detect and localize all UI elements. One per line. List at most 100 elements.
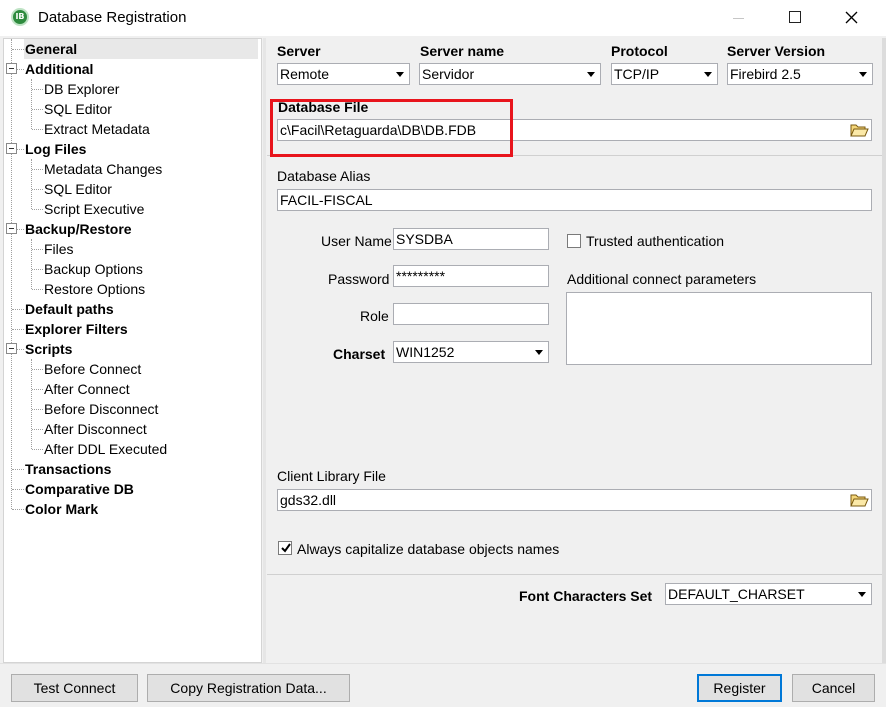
connect-params-textarea[interactable] <box>566 292 872 365</box>
tree-item-color-mark[interactable]: Color Mark <box>24 499 98 519</box>
app-icon: IB <box>11 8 29 26</box>
tree-item-label: Default paths <box>25 301 114 317</box>
collapse-icon[interactable] <box>6 223 17 234</box>
tree-item-general[interactable]: General <box>24 39 258 59</box>
server-select[interactable]: Remote <box>277 63 410 85</box>
tree-line <box>32 89 43 90</box>
splitter[interactable] <box>263 38 266 663</box>
chevron-down-icon[interactable] <box>699 64 717 84</box>
test-connect-button[interactable]: Test Connect <box>11 674 138 702</box>
connect-params-label: Additional connect parameters <box>567 271 757 287</box>
close-button[interactable] <box>828 0 874 36</box>
browse-database-button[interactable] <box>849 120 869 140</box>
role-input[interactable] <box>393 303 549 325</box>
tree-item-after-ddl-executed[interactable]: After DDL Executed <box>43 439 167 459</box>
tree-item-after-disconnect[interactable]: After Disconnect <box>43 419 147 439</box>
chevron-down-icon[interactable] <box>391 64 409 84</box>
tree-item-label: DB Explorer <box>44 81 120 97</box>
chevron-down-icon[interactable] <box>582 64 600 84</box>
role-label: Role <box>360 308 389 324</box>
tree-item-extract-metadata[interactable]: Extract Metadata <box>43 119 150 139</box>
title-bar: IB Database Registration <box>0 0 886 36</box>
tree-line <box>31 239 32 289</box>
database-registration-window: IB Database Registration General Addition… <box>0 0 886 707</box>
browse-library-button[interactable] <box>849 490 869 510</box>
tree-item-sql-editor[interactable]: SQL Editor <box>43 99 112 119</box>
tree-line <box>32 169 43 170</box>
server-version-label: Server Version <box>727 43 826 59</box>
tree-line <box>31 79 32 129</box>
tree-line <box>31 159 32 209</box>
collapse-icon[interactable] <box>6 143 17 154</box>
chevron-down-icon[interactable] <box>853 584 871 604</box>
maximize-icon <box>789 11 801 23</box>
tree-line <box>32 269 43 270</box>
tree-line <box>12 49 24 50</box>
tree-item-comparative-db[interactable]: Comparative DB <box>24 479 134 499</box>
password-input[interactable]: ********* <box>393 265 549 287</box>
trusted-auth-label: Trusted authentication <box>586 233 725 249</box>
tree-item-label: Script Executive <box>44 201 145 217</box>
tree-item-metadata-changes[interactable]: Metadata Changes <box>43 159 162 179</box>
tree-item-additional[interactable]: Additional <box>24 59 93 79</box>
tree-item-label: Color Mark <box>25 501 99 517</box>
tree-line <box>12 309 24 310</box>
tree-item-files[interactable]: Files <box>43 239 74 259</box>
main-panel <box>267 157 882 575</box>
database-alias-input[interactable]: FACIL-FISCAL <box>277 189 872 211</box>
maximize-button[interactable] <box>772 0 818 36</box>
tree-item-explorer-filters[interactable]: Explorer Filters <box>24 319 128 339</box>
tree-line <box>12 489 24 490</box>
server-name-select[interactable]: Servidor <box>419 63 601 85</box>
user-name-input[interactable]: SYSDBA <box>393 228 549 250</box>
checkmark-icon <box>281 543 291 553</box>
tree-item-sql-editor[interactable]: SQL Editor <box>43 179 112 199</box>
tree-line <box>32 389 43 390</box>
tree-item-label: Additional <box>25 61 94 77</box>
tree-item-log-files[interactable]: Log Files <box>24 139 86 159</box>
tree-line <box>32 429 43 430</box>
chevron-down-icon[interactable] <box>854 64 872 84</box>
cancel-button[interactable]: Cancel <box>792 674 875 702</box>
font-charset-select[interactable]: DEFAULT_CHARSET <box>665 583 872 605</box>
tree-item-scripts[interactable]: Scripts <box>24 339 72 359</box>
tree-line <box>32 129 43 130</box>
tree-item-transactions[interactable]: Transactions <box>24 459 111 479</box>
protocol-select[interactable]: TCP/IP <box>611 63 718 85</box>
server-version-select[interactable]: Firebird 2.5 <box>727 63 873 85</box>
tree-item-before-connect[interactable]: Before Connect <box>43 359 141 379</box>
copy-registration-button[interactable]: Copy Registration Data... <box>147 674 350 702</box>
folder-open-icon <box>850 124 869 137</box>
password-label: Password <box>328 271 390 287</box>
tree-item-script-executive[interactable]: Script Executive <box>43 199 144 219</box>
collapse-icon[interactable] <box>6 63 17 74</box>
tree-item-restore-options[interactable]: Restore Options <box>43 279 145 299</box>
folder-open-icon <box>850 494 869 507</box>
tree-item-backup-options[interactable]: Backup Options <box>43 259 143 279</box>
tree-item-after-connect[interactable]: After Connect <box>43 379 130 399</box>
charset-select[interactable]: WIN1252 <box>393 341 549 363</box>
client-library-input[interactable]: gds32.dll <box>277 489 872 511</box>
tree-item-label: Backup Options <box>44 261 143 277</box>
chevron-down-icon[interactable] <box>530 342 548 362</box>
tree-item-default-paths[interactable]: Default paths <box>24 299 114 319</box>
tree-line <box>32 189 43 190</box>
tree-line <box>12 469 24 470</box>
tree-item-label: After DDL Executed <box>44 441 168 457</box>
close-icon <box>845 11 858 24</box>
options-tree[interactable]: General Additional DB Explorer SQL Editor Ex… <box>3 38 262 663</box>
tree-item-db-explorer[interactable]: DB Explorer <box>43 79 119 99</box>
capitalize-checkbox[interactable] <box>278 541 292 555</box>
trusted-auth-checkbox[interactable] <box>567 234 581 248</box>
tree-item-backup-restore[interactable]: Backup/Restore <box>24 219 132 239</box>
tree-item-label: General <box>25 41 78 57</box>
minimize-icon <box>733 18 744 19</box>
tree-line <box>11 39 12 509</box>
tree-item-label: Files <box>44 241 74 257</box>
tree-item-label: Log Files <box>25 141 87 157</box>
tree-item-before-disconnect[interactable]: Before Disconnect <box>43 399 158 419</box>
collapse-icon[interactable] <box>6 343 17 354</box>
tree-line <box>32 249 43 250</box>
minimize-button[interactable] <box>716 0 762 36</box>
register-button[interactable]: Register <box>697 674 782 702</box>
